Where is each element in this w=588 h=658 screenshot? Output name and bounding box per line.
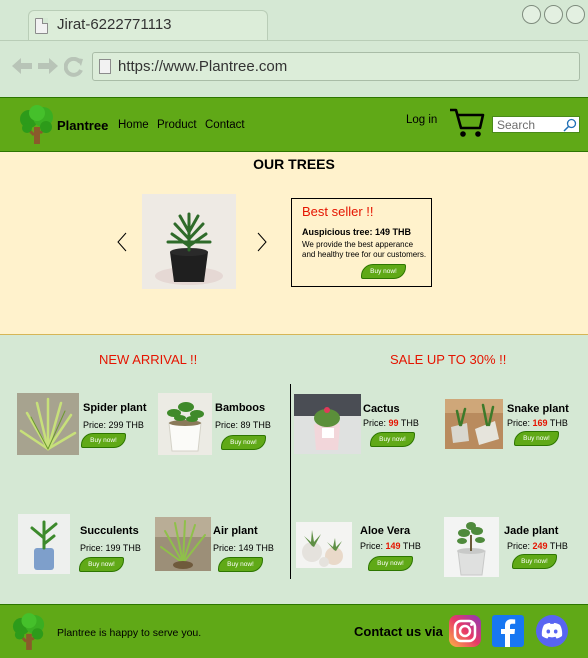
nav-product[interactable]: Product [157,119,197,131]
buy-now-button[interactable]: Buy now! [218,557,263,572]
hero-title: OUR TREES [253,156,335,172]
site-header: Plantree Home Product Contact Log in Sea… [0,97,588,152]
url-text[interactable]: https://www.Plantree.com [118,58,287,75]
tab-title: Jirat-6222771113 [57,16,172,33]
product-name: Snake plant [507,403,569,415]
search-input[interactable]: Search [492,116,580,133]
browser-tab[interactable]: Jirat-6222771113 [28,10,268,40]
section-divider [290,384,291,579]
product-price: Price: 299 THB [83,420,144,430]
site-footer: Plantree is happy to serve you. Contact … [0,604,588,658]
product-price: Price: 249 THB [507,541,568,551]
tree-logo-icon[interactable] [12,613,46,651]
product-price: Price: 199 THB [80,543,141,553]
buy-now-button[interactable]: Buy now! [512,554,557,569]
address-bar[interactable]: https://www.Plantree.com [92,52,580,81]
cactus-image [294,394,361,454]
close-button[interactable] [566,5,585,24]
divider [0,40,588,41]
footer-text: Plantree is happy to serve you. [57,627,202,639]
hero-section: OUR TREES Best seller !! Auspicious tree… [0,152,588,335]
bamboos-image [158,393,212,455]
jade-plant-image [444,517,499,577]
snake-plant-image [445,399,503,449]
sale-title: SALE UP TO 30% !! [390,352,507,367]
new-arrival-title: NEW ARRIVAL !! [99,352,198,367]
buy-now-button[interactable]: Buy now! [221,435,266,450]
buy-now-button[interactable]: Buy now! [361,264,406,279]
cart-icon[interactable] [449,107,485,139]
best-seller-title: Best seller !! [302,204,374,219]
carousel-prev-icon[interactable] [116,232,128,252]
buy-now-button[interactable]: Buy now! [370,432,415,447]
product-name: Air plant [213,525,258,537]
best-seller-description: We provide the best apperance and health… [302,240,427,259]
contact-label: Contact us via [354,624,443,639]
login-link[interactable]: Log in [406,114,437,126]
page-icon [35,18,48,34]
discord-icon[interactable] [535,614,569,648]
instagram-icon[interactable] [448,614,482,648]
search-placeholder: Search [497,118,536,132]
back-arrow-icon[interactable] [11,57,33,75]
browser-chrome: Jirat-6222771113 https://www.Plantree.co… [0,0,588,97]
tree-logo-icon[interactable] [19,105,55,145]
best-seller-name: Auspicious tree: 149 THB [302,227,412,237]
product-name: Bamboos [215,402,266,414]
product-price: Price: 169 THB [507,418,568,428]
product-price: Price: 99 THB [363,418,419,428]
brand-name[interactable]: Plantree [57,118,108,133]
product-price: Price: 89 THB [215,420,271,430]
nav-contact[interactable]: Contact [205,119,245,131]
search-icon[interactable] [563,118,577,132]
buy-now-button[interactable]: Buy now! [79,557,124,572]
maximize-button[interactable] [544,5,563,24]
product-name: Aloe Vera [360,525,411,537]
aloe-vera-image [296,522,352,568]
auspicious-tree-image [142,194,236,289]
forward-arrow-icon[interactable] [37,57,59,75]
product-price: Price: 149 THB [213,543,274,553]
product-name: Succulents [80,525,139,537]
facebook-icon[interactable] [491,614,525,648]
product-price: Price: 149 THB [360,541,421,551]
product-name: Cactus [363,403,400,415]
buy-now-button[interactable]: Buy now! [514,431,559,446]
buy-now-button[interactable]: Buy now! [368,556,413,571]
spider-plant-image [17,393,79,455]
minimize-button[interactable] [522,5,541,24]
succulents-image [18,514,70,574]
reload-icon[interactable] [64,57,84,77]
product-name: Jade plant [504,525,559,537]
page-icon [99,59,111,74]
nav-home[interactable]: Home [118,119,149,131]
buy-now-button[interactable]: Buy now! [81,433,126,448]
air-plant-image [155,517,211,571]
best-seller-card: Best seller !! Auspicious tree: 149 THB … [291,198,432,287]
product-name: Spider plant [83,402,147,414]
carousel-next-icon[interactable] [256,232,268,252]
